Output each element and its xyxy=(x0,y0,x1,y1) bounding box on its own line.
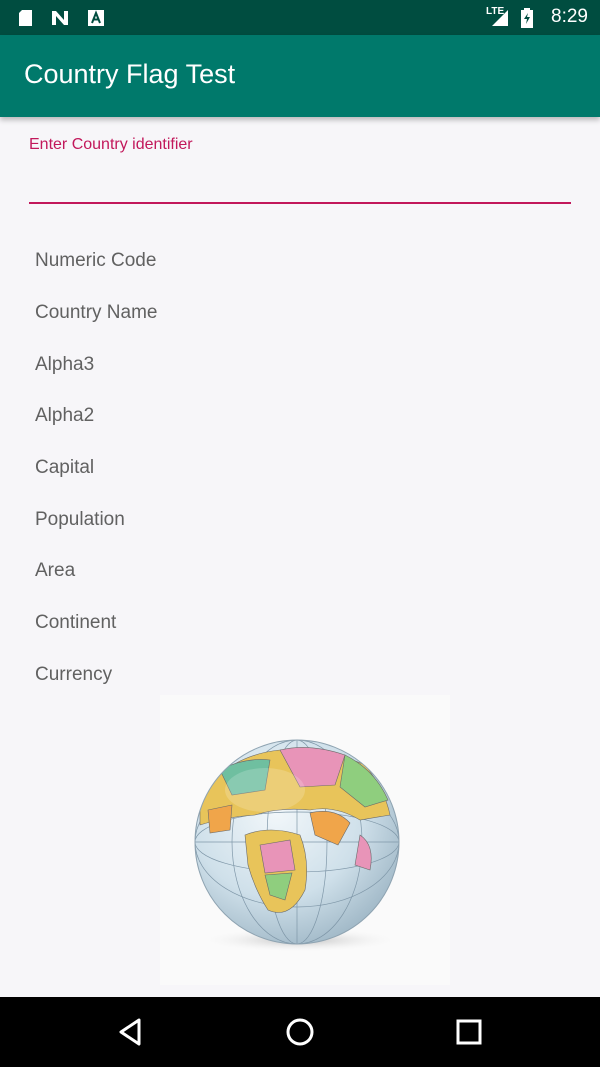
area-field: Area xyxy=(35,560,76,581)
app-bar: Country Flag Test xyxy=(0,35,600,117)
status-bar: LTE 8:29 xyxy=(0,0,600,35)
status-time: 8:29 xyxy=(551,6,588,27)
globe-illustration xyxy=(194,739,400,952)
app-title: Country Flag Test xyxy=(24,59,236,89)
a-app-icon xyxy=(88,10,104,26)
globe-image xyxy=(160,695,450,985)
home-icon[interactable] xyxy=(282,1014,318,1050)
recents-icon[interactable] xyxy=(451,1014,487,1050)
country-identifier-label: Enter Country identifier xyxy=(29,136,193,153)
n-app-icon xyxy=(52,11,68,25)
country-identifier-input[interactable] xyxy=(29,168,571,204)
country-name-field: Country Name xyxy=(35,302,158,323)
numeric-code-field: Numeric Code xyxy=(35,250,157,271)
battery-icon xyxy=(521,8,533,28)
capital-field: Capital xyxy=(35,457,95,478)
currency-field: Currency xyxy=(35,664,113,685)
continent-field: Continent xyxy=(35,612,117,633)
alpha2-field: Alpha2 xyxy=(35,405,95,426)
back-icon[interactable] xyxy=(113,1014,149,1050)
alpha3-field: Alpha3 xyxy=(35,354,95,375)
population-field: Population xyxy=(35,509,125,530)
sd-card-icon xyxy=(19,10,32,26)
navigation-bar xyxy=(0,997,600,1067)
lte-signal-icon xyxy=(492,10,508,26)
